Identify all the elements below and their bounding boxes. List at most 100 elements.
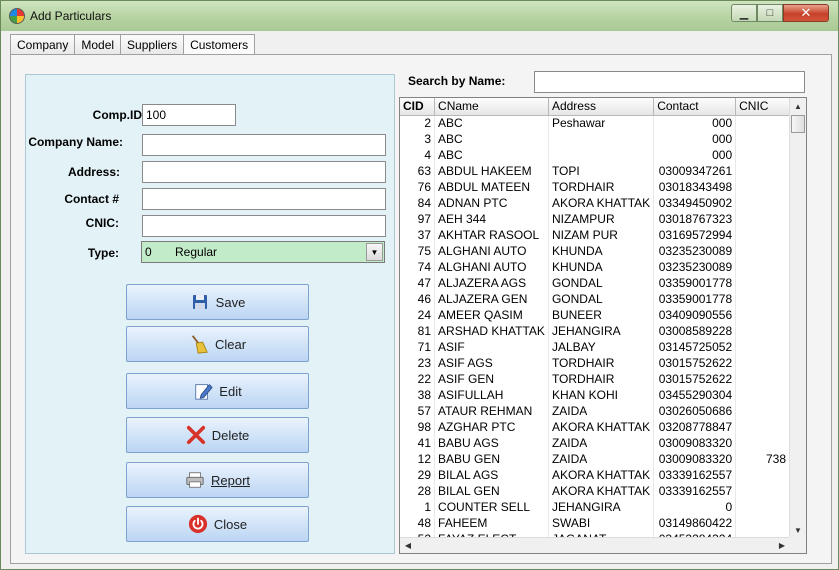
- scroll-down-arrow-icon[interactable]: ▼: [790, 522, 806, 538]
- close-button[interactable]: Close: [126, 506, 309, 542]
- table-row[interactable]: 76 ABDUL MATEEN TORDHAIR 03018343498: [400, 179, 790, 195]
- table-row[interactable]: 24 AMEER QASIM BUNEER 03409090556: [400, 307, 790, 323]
- table-row[interactable]: 74 ALGHANI AUTO KHUNDA 03235230089: [400, 259, 790, 275]
- table-cell-cname: AKHTAR RASOOL: [434, 227, 549, 243]
- table-cell-cname: BABU AGS: [434, 435, 549, 451]
- edit-button[interactable]: Edit: [126, 373, 309, 409]
- table-cell-contact: 03018767323: [653, 211, 737, 227]
- table-cell-cnic: [735, 115, 790, 131]
- tab-company[interactable]: Company: [10, 34, 76, 55]
- table-cell-contact: 03208778847: [653, 419, 737, 435]
- search-input[interactable]: [534, 71, 805, 93]
- search-label: Search by Name:: [408, 74, 506, 88]
- table-cell-cname: BILAL GEN: [434, 483, 549, 499]
- table-row[interactable]: 63 ABDUL HAKEEM TOPI 03009347261: [400, 163, 790, 179]
- table-cell-cnic: [735, 211, 790, 227]
- table-cell-cid: 71: [400, 339, 436, 355]
- type-dropdown[interactable]: 0 Regular ▼: [141, 241, 385, 263]
- contact-field[interactable]: [142, 188, 386, 210]
- table-row[interactable]: 71 ASIF JALBAY 03145725052: [400, 339, 790, 355]
- table-row[interactable]: 29 BILAL AGS AKORA KHATTAK 03339162557: [400, 467, 790, 483]
- table-cell-cid: 84: [400, 195, 436, 211]
- table-cell-cid: 4: [400, 147, 436, 163]
- table-cell-contact: 03359001778: [653, 275, 737, 291]
- table-cell-contact: 03409090556: [653, 307, 737, 323]
- table-cell-address: AKORA KHATTAK: [548, 419, 655, 435]
- scroll-right-arrow-icon[interactable]: ▶: [774, 538, 790, 553]
- title-bar[interactable]: Add Particulars ▁ □ ✕: [1, 1, 838, 31]
- table-cell-cid: 22: [400, 371, 436, 387]
- table-row[interactable]: 75 ALGHANI AUTO KHUNDA 03235230089: [400, 243, 790, 259]
- customers-grid[interactable]: CID CName Address Contact CNIC 2 ABC Pesha…: [399, 97, 807, 554]
- table-cell-cnic: [735, 131, 790, 147]
- table-row[interactable]: 57 ATAUR REHMAN ZAIDA 03026050686: [400, 403, 790, 419]
- chevron-down-icon[interactable]: ▼: [366, 243, 383, 261]
- cnic-field[interactable]: [142, 215, 386, 237]
- scroll-up-arrow-icon[interactable]: ▲: [790, 98, 806, 114]
- tab-customers[interactable]: Customers: [183, 34, 256, 56]
- column-header-contact[interactable]: Contact: [653, 98, 737, 116]
- table-row[interactable]: 46 ALJAZERA GEN GONDAL 03359001778: [400, 291, 790, 307]
- table-cell-address: ZAIDA: [548, 435, 655, 451]
- table-cell-cname: COUNTER SELL: [434, 499, 549, 515]
- table-cell-contact: 03008589228: [653, 323, 737, 339]
- table-cell-address: AKORA KHATTAK: [548, 467, 655, 483]
- table-cell-cname: ADNAN PTC: [434, 195, 549, 211]
- table-cell-address: TOPI: [548, 163, 655, 179]
- table-row[interactable]: 3 ABC 000: [400, 131, 790, 147]
- table-row[interactable]: 41 BABU AGS ZAIDA 03009083320: [400, 435, 790, 451]
- table-cell-cname: ABDUL HAKEEM: [434, 163, 549, 179]
- table-cell-cname: AZGHAR PTC: [434, 419, 549, 435]
- clear-button[interactable]: Clear: [126, 326, 309, 362]
- save-button[interactable]: Save: [126, 284, 309, 320]
- table-row[interactable]: 1 COUNTER SELL JEHANGIRA 0: [400, 499, 790, 515]
- table-cell-cname: ASIF: [434, 339, 549, 355]
- table-cell-cid: 1: [400, 499, 436, 515]
- tab-model[interactable]: Model: [74, 34, 122, 55]
- tab-suppliers[interactable]: Suppliers: [120, 34, 185, 55]
- address-field[interactable]: [142, 161, 386, 183]
- close-window-button[interactable]: ✕: [783, 4, 829, 22]
- add-particulars-window: Add Particulars ▁ □ ✕ Company Model Supp…: [0, 0, 839, 570]
- table-row[interactable]: 22 ASIF GEN TORDHAIR 03015752622: [400, 371, 790, 387]
- table-cell-cnic: [735, 195, 790, 211]
- table-row[interactable]: 12 BABU GEN ZAIDA 03009083320 738: [400, 451, 790, 467]
- horizontal-scrollbar[interactable]: ◀ ▶: [400, 537, 790, 553]
- table-cell-cname: ASIF GEN: [434, 371, 549, 387]
- table-row[interactable]: 38 ASIFULLAH KHAN KOHI 03455290304: [400, 387, 790, 403]
- table-cell-contact: 03235230089: [653, 243, 737, 259]
- company-name-field[interactable]: [142, 134, 386, 156]
- table-row[interactable]: 97 AEH 344 NIZAMPUR 03018767323: [400, 211, 790, 227]
- clear-label: Clear: [214, 336, 247, 352]
- report-button[interactable]: Report: [126, 462, 309, 498]
- table-cell-cname: BILAL AGS: [434, 467, 549, 483]
- table-row[interactable]: 28 BILAL GEN AKORA KHATTAK 03339162557: [400, 483, 790, 499]
- table-row[interactable]: 37 AKHTAR RASOOL NIZAM PUR 03169572994: [400, 227, 790, 243]
- maximize-button[interactable]: □: [757, 4, 783, 22]
- scroll-thumb[interactable]: [791, 115, 805, 133]
- table-cell-contact: 03359001778: [653, 291, 737, 307]
- table-cell-cnic: [735, 435, 790, 451]
- vertical-scrollbar[interactable]: ▲ ▼: [789, 98, 806, 538]
- table-cell-cname: AMEER QASIM: [434, 307, 549, 323]
- power-icon: [188, 514, 208, 534]
- column-header-cnic[interactable]: CNIC: [735, 98, 790, 116]
- table-row[interactable]: 48 FAHEEM SWABI 03149860422: [400, 515, 790, 531]
- minimize-button[interactable]: ▁: [731, 4, 757, 22]
- table-row[interactable]: 98 AZGHAR PTC AKORA KHATTAK 03208778847: [400, 419, 790, 435]
- table-row[interactable]: 2 ABC Peshawar 000: [400, 115, 790, 131]
- column-header-address[interactable]: Address: [548, 98, 655, 116]
- table-row[interactable]: 47 ALJAZERA AGS GONDAL 03359001778: [400, 275, 790, 291]
- column-header-cid[interactable]: CID: [400, 98, 436, 116]
- comp-id-field[interactable]: [142, 104, 236, 126]
- column-header-cname[interactable]: CName: [434, 98, 549, 116]
- table-cell-contact: 03145725052: [653, 339, 737, 355]
- scroll-left-arrow-icon[interactable]: ◀: [400, 538, 416, 553]
- table-row[interactable]: 81 ARSHAD KHATTAK JEHANGIRA 03008589228: [400, 323, 790, 339]
- table-cell-cnic: 738: [735, 451, 790, 467]
- table-row[interactable]: 84 ADNAN PTC AKORA KHATTAK 03349450902: [400, 195, 790, 211]
- table-row[interactable]: 23 ASIF AGS TORDHAIR 03015752622: [400, 355, 790, 371]
- delete-button[interactable]: Delete: [126, 417, 309, 453]
- table-cell-cid: 47: [400, 275, 436, 291]
- table-row[interactable]: 4 ABC 000: [400, 147, 790, 163]
